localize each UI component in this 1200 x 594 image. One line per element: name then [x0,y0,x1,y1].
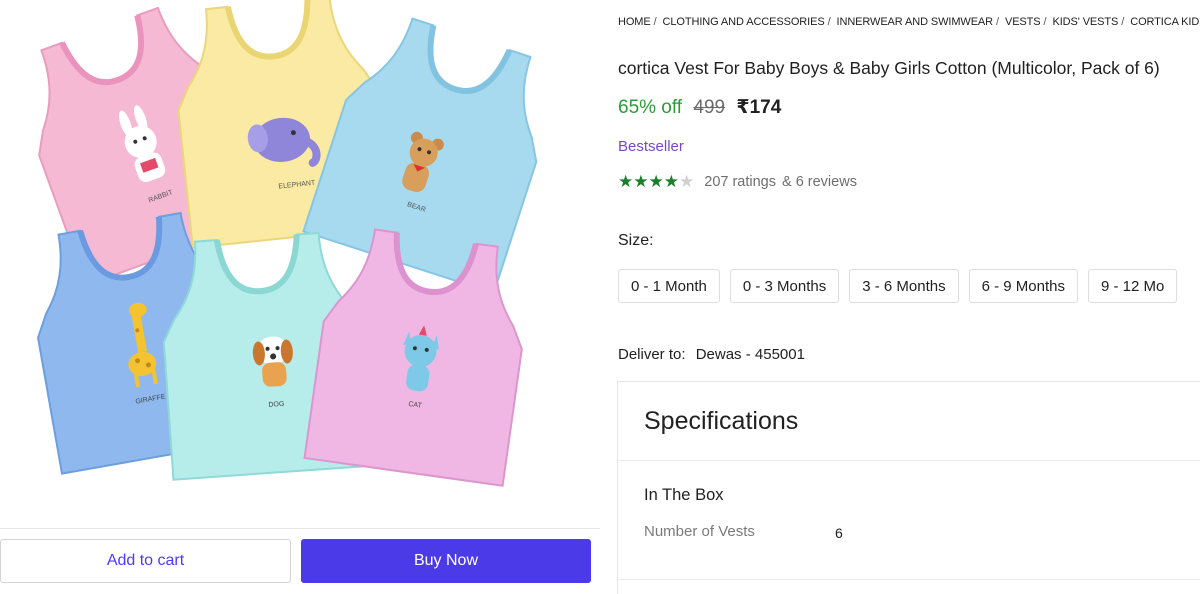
breadcrumb-innerwear[interactable]: INNERWEAR AND SWIMWEAR [837,16,994,28]
spec-key: Number of Vests [644,523,755,540]
divider [618,460,1200,461]
specifications-card: Specifications In The Box Number of Vest… [617,381,1200,594]
mrp-price: 499 [693,97,726,118]
discount-text: 65% off [618,97,683,118]
breadcrumb-clothing[interactable]: CLOTHING AND ACCESSORIES [663,16,825,28]
size-option-0-3-months[interactable]: 0 - 3 Months [729,269,840,303]
breadcrumb-kids-vests[interactable]: KIDS' VESTS [1052,16,1118,28]
spec-group-title: In The Box [644,486,724,504]
star-icon: ★ [679,172,695,191]
bestseller-badge: Bestseller [618,138,684,155]
selling-price: ₹174 [736,97,782,118]
breadcrumb-vests[interactable]: VESTS [1005,16,1041,28]
breadcrumb-separator: / [996,16,999,28]
product-gallery: RABBIT ELEPHANT BEAR GIRAFFE DOG CAT Add… [0,0,600,594]
divider [618,579,1200,580]
star-icon: ★ [633,172,649,191]
deliver-to-label: Deliver to: [618,346,686,363]
breadcrumb-cortica-kids-vests[interactable]: CORTICA KIDS' VE [1130,16,1200,28]
delivery-location[interactable]: Dewas - 455001 [696,346,805,363]
product-image: RABBIT ELEPHANT BEAR GIRAFFE DOG CAT [30,0,550,487]
breadcrumb-separator: / [653,16,657,28]
image-label-dog: DOG [268,401,284,409]
breadcrumb-home[interactable]: HOME [618,16,651,28]
rating-row[interactable]: ★ ★ ★ ★ ★ 207 ratings & 6 reviews [618,173,857,190]
breadcrumb-separator: / [1121,16,1125,28]
size-label: Size: [618,232,654,249]
rating-stars: ★ ★ ★ ★ ★ [618,173,694,190]
product-details: HOME / CLOTHING AND ACCESSORIES / INNERWEA… [600,0,1200,594]
action-bar: Add to cart Buy Now [0,528,600,594]
star-icon: ★ [648,172,664,191]
delivery-info[interactable]: Deliver to: Dewas - 455001 [618,346,805,363]
spec-value: 6 [835,525,843,541]
breadcrumb-separator: / [1043,16,1047,28]
size-options: 0 - 1 Month 0 - 3 Months 3 - 6 Months 6 … [618,269,1178,303]
product-title: cortica Vest For Baby Boys & Baby Girls … [618,58,1160,78]
star-icon: ★ [663,172,679,191]
price-row: 65% off 499 ₹174 [618,96,781,119]
size-option-3-6-months[interactable]: 3 - 6 Months [849,269,959,303]
breadcrumb-separator: / [827,16,831,28]
buy-now-button[interactable]: Buy Now [301,539,591,583]
ratings-count[interactable]: 207 ratings [704,174,776,190]
star-icon: ★ [618,172,634,191]
add-to-cart-button[interactable]: Add to cart [0,539,291,583]
reviews-count[interactable]: & 6 reviews [782,174,857,190]
size-option-6-9-months[interactable]: 6 - 9 Months [968,269,1078,303]
specifications-title: Specifications [644,407,799,435]
size-option-9-12-months[interactable]: 9 - 12 Mo [1088,269,1178,303]
breadcrumb: HOME / CLOTHING AND ACCESSORIES / INNERWEA… [618,16,1200,28]
size-option-0-1-month[interactable]: 0 - 1 Month [618,269,720,303]
